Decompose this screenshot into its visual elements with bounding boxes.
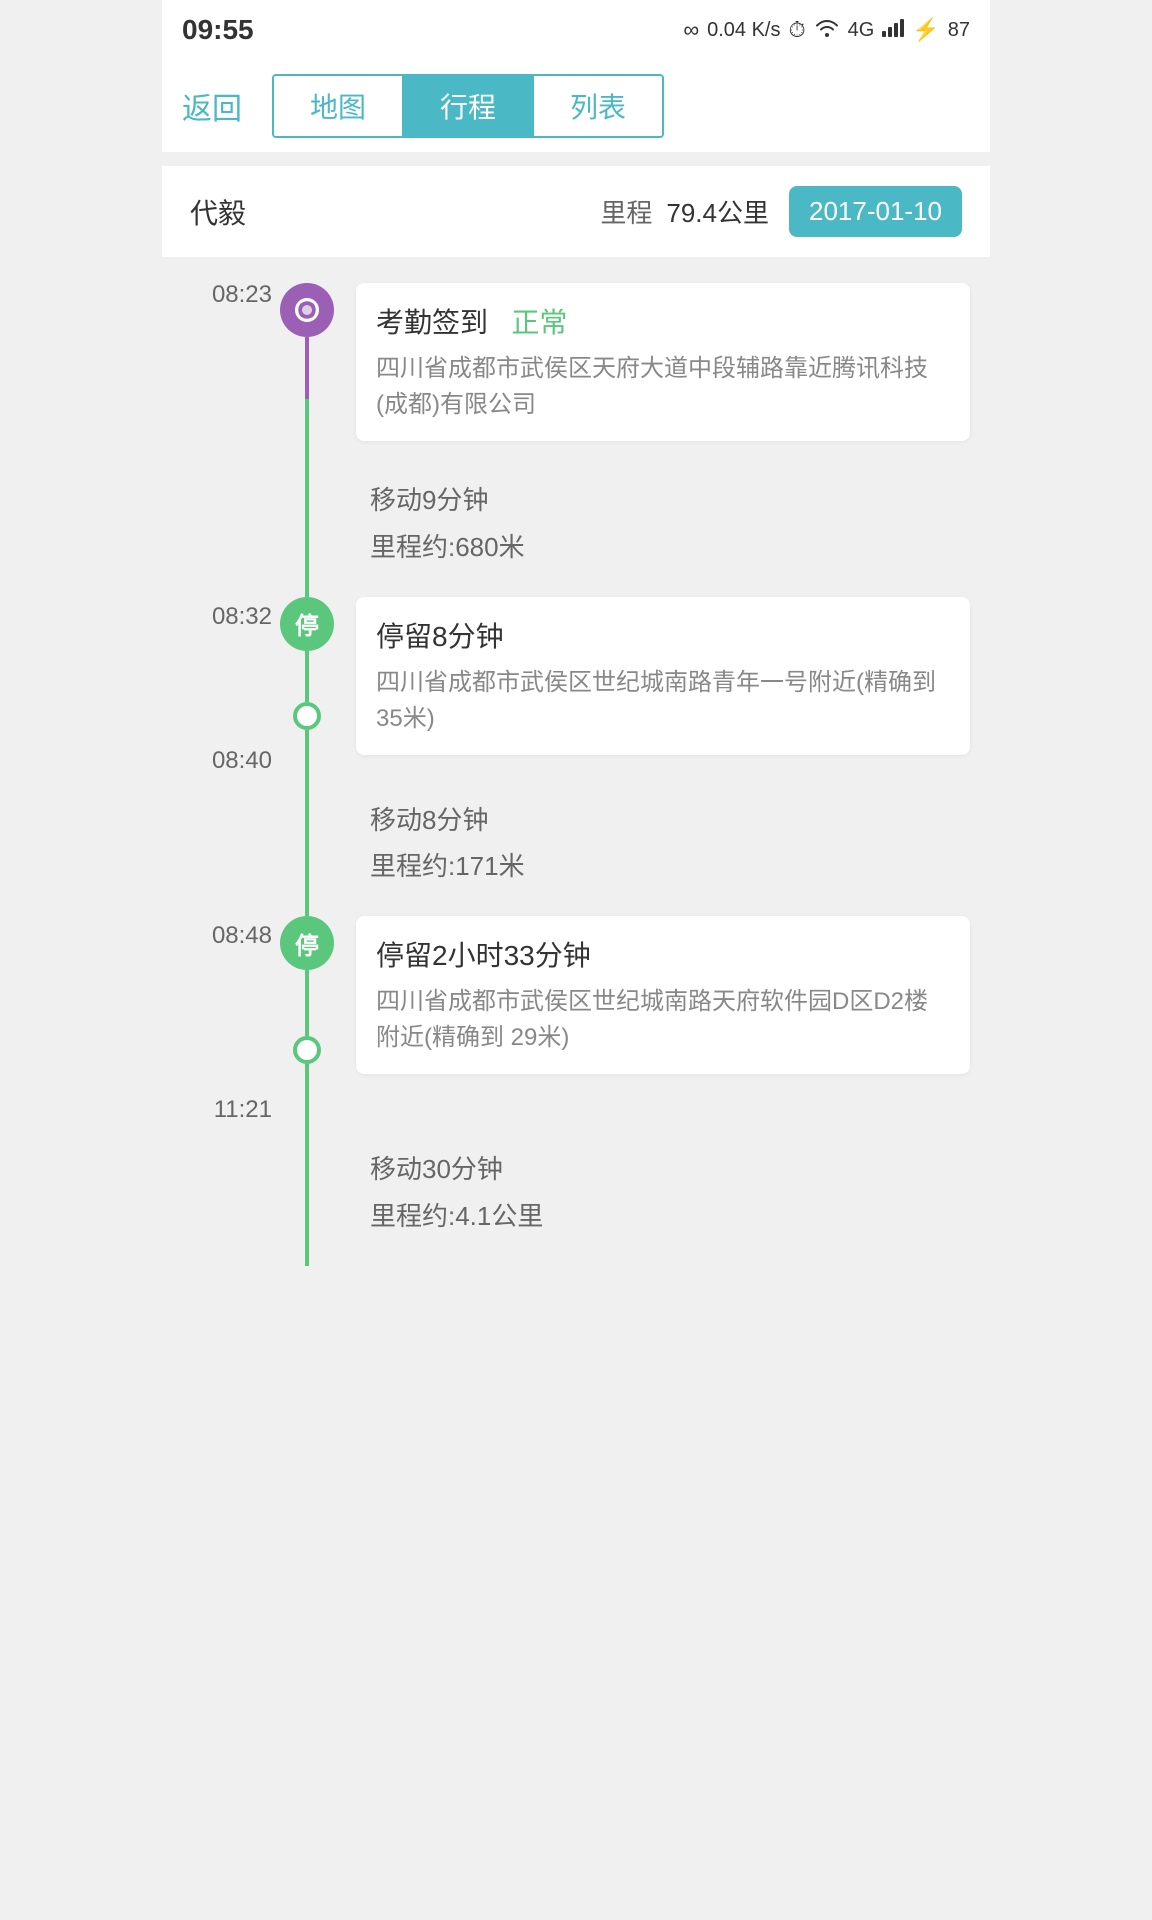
movement-distance-2: 里程约:171米: [370, 843, 960, 890]
tab-map[interactable]: 地图: [274, 76, 404, 136]
infinity-icon: ∞: [683, 17, 699, 43]
time-col-3: 08:48 11:21: [182, 916, 272, 1130]
time-1-start: 08:23: [212, 283, 272, 307]
movement-distance-1: 里程约:680米: [370, 524, 960, 571]
movement-3: 移动30分钟 里程约:4.1公里: [162, 1130, 990, 1266]
time-col-1: 08:23: [182, 283, 272, 461]
time-2-end: 08:40: [212, 749, 272, 773]
event-checkin: 08:23 考勤签到 正常 四川省成都市武侯区天府大: [162, 267, 990, 461]
movement-card-2: 移动8分钟 里程约:171米: [360, 781, 970, 907]
tab-list[interactable]: 列表: [534, 76, 662, 136]
dot-col-2: 停: [272, 597, 342, 781]
line-m3: [305, 1130, 309, 1266]
stop-card-1: 停留8分钟 四川省成都市武侯区世纪城南路青年一号附近(精确到 35米): [356, 597, 970, 755]
stop-title-2: 停留2小时33分钟: [376, 934, 950, 974]
checkin-title: 考勤签到 正常: [376, 301, 950, 341]
mileage-value: 79.4公里: [666, 193, 769, 230]
line-2b: [305, 730, 309, 781]
header: 返回 地图 行程 列表: [162, 60, 990, 152]
line-1b: [305, 399, 309, 461]
movement-2: 移动8分钟 里程约:171米: [162, 781, 990, 917]
checkin-dot: [280, 283, 334, 337]
checkin-status: 正常: [511, 307, 567, 338]
stop-dot-2: 停: [280, 916, 334, 970]
content-m2: 移动8分钟 里程约:171米: [356, 781, 970, 917]
speed-indicator: 0.04 K/s: [707, 19, 780, 42]
stop-dot-1: 停: [280, 597, 334, 651]
content-1: 考勤签到 正常 四川省成都市武侯区天府大道中段辅路靠近腾讯科技(成都)有限公司: [356, 283, 970, 461]
checkin-card: 考勤签到 正常 四川省成都市武侯区天府大道中段辅路靠近腾讯科技(成都)有限公司: [356, 283, 970, 441]
checkin-address: 四川省成都市武侯区天府大道中段辅路靠近腾讯科技(成都)有限公司: [376, 351, 950, 423]
bars-icon: [882, 17, 904, 43]
dot-col-1: [272, 283, 342, 461]
timeline: 08:23 考勤签到 正常 四川省成都市武侯区天府大: [162, 257, 990, 1276]
stop-address-1: 四川省成都市武侯区世纪城南路青年一号附近(精确到 35米): [376, 665, 950, 737]
battery-level: 87: [948, 19, 970, 42]
wifi-icon: [814, 17, 840, 43]
line-m2: [305, 781, 309, 917]
event-stop-2: 08:48 11:21 停 停留2小时33分钟 四川省成都市武侯区世纪城南路天府…: [162, 916, 990, 1130]
time-col-m2: [182, 781, 272, 917]
status-right: ∞ 0.04 K/s ⏱ 4G ⚡ 87: [683, 17, 970, 43]
stop-address-2: 四川省成都市武侯区世纪城南路天府软件园D区D2楼附近(精确到 29米): [376, 984, 950, 1056]
movement-duration-3: 移动30分钟: [370, 1146, 960, 1193]
stop-end-dot-2: [293, 1036, 321, 1064]
content-m3: 移动30分钟 里程约:4.1公里: [356, 1130, 970, 1266]
movement-card-1: 移动9分钟 里程约:680米: [360, 461, 970, 587]
mileage-label: 里程: [600, 193, 652, 230]
dot-col-m1: [272, 461, 342, 597]
time-col-m3: [182, 1130, 272, 1266]
stop-card-2: 停留2小时33分钟 四川省成都市武侯区世纪城南路天府软件园D区D2楼附近(精确到…: [356, 916, 970, 1074]
stop-end-dot-1: [293, 702, 321, 730]
line-3b: [305, 1064, 309, 1130]
time-col-2: 08:32 08:40: [182, 597, 272, 781]
tab-group: 地图 行程 列表: [272, 74, 664, 138]
summary-row: 代毅 里程 79.4公里 2017-01-10: [162, 166, 990, 257]
user-name: 代毅: [190, 192, 246, 232]
movement-duration-2: 移动8分钟: [370, 797, 960, 844]
time-3-end: 11:21: [214, 1098, 272, 1122]
time-2-start: 08:32: [212, 605, 272, 629]
status-bar: 09:55 ∞ 0.04 K/s ⏱ 4G ⚡ 87: [162, 0, 990, 60]
line-2a: [305, 651, 309, 702]
signal-icon: 4G: [848, 19, 875, 42]
time-3-start: 08:48: [212, 924, 272, 948]
line-m1: [305, 461, 309, 597]
stop-title-1: 停留8分钟: [376, 615, 950, 655]
lightning-icon: ⚡: [912, 17, 939, 43]
tab-trip[interactable]: 行程: [404, 76, 534, 136]
movement-card-3: 移动30分钟 里程约:4.1公里: [360, 1130, 970, 1256]
content-m1: 移动9分钟 里程约:680米: [356, 461, 970, 597]
dot-col-3: 停: [272, 916, 342, 1130]
movement-distance-3: 里程约:4.1公里: [370, 1193, 960, 1240]
event-stop-1: 08:32 08:40 停 停留8分钟 四川省成都市武侯区世纪城南路青年一号附近…: [162, 597, 990, 781]
back-button[interactable]: 返回: [182, 84, 242, 128]
clock-icon: ⏱: [788, 17, 805, 43]
content-3: 停留2小时33分钟 四川省成都市武侯区世纪城南路天府软件园D区D2楼附近(精确到…: [356, 916, 970, 1130]
time-col-m1: [182, 461, 272, 597]
date-badge: 2017-01-10: [789, 186, 962, 237]
dot-col-m3: [272, 1130, 342, 1266]
line-1a: [305, 337, 309, 399]
line-3a: [305, 970, 309, 1036]
status-time: 09:55: [182, 14, 254, 46]
content-2: 停留8分钟 四川省成都市武侯区世纪城南路青年一号附近(精确到 35米): [356, 597, 970, 781]
dot-col-m2: [272, 781, 342, 917]
movement-duration-1: 移动9分钟: [370, 477, 960, 524]
movement-1: 移动9分钟 里程约:680米: [162, 461, 990, 597]
